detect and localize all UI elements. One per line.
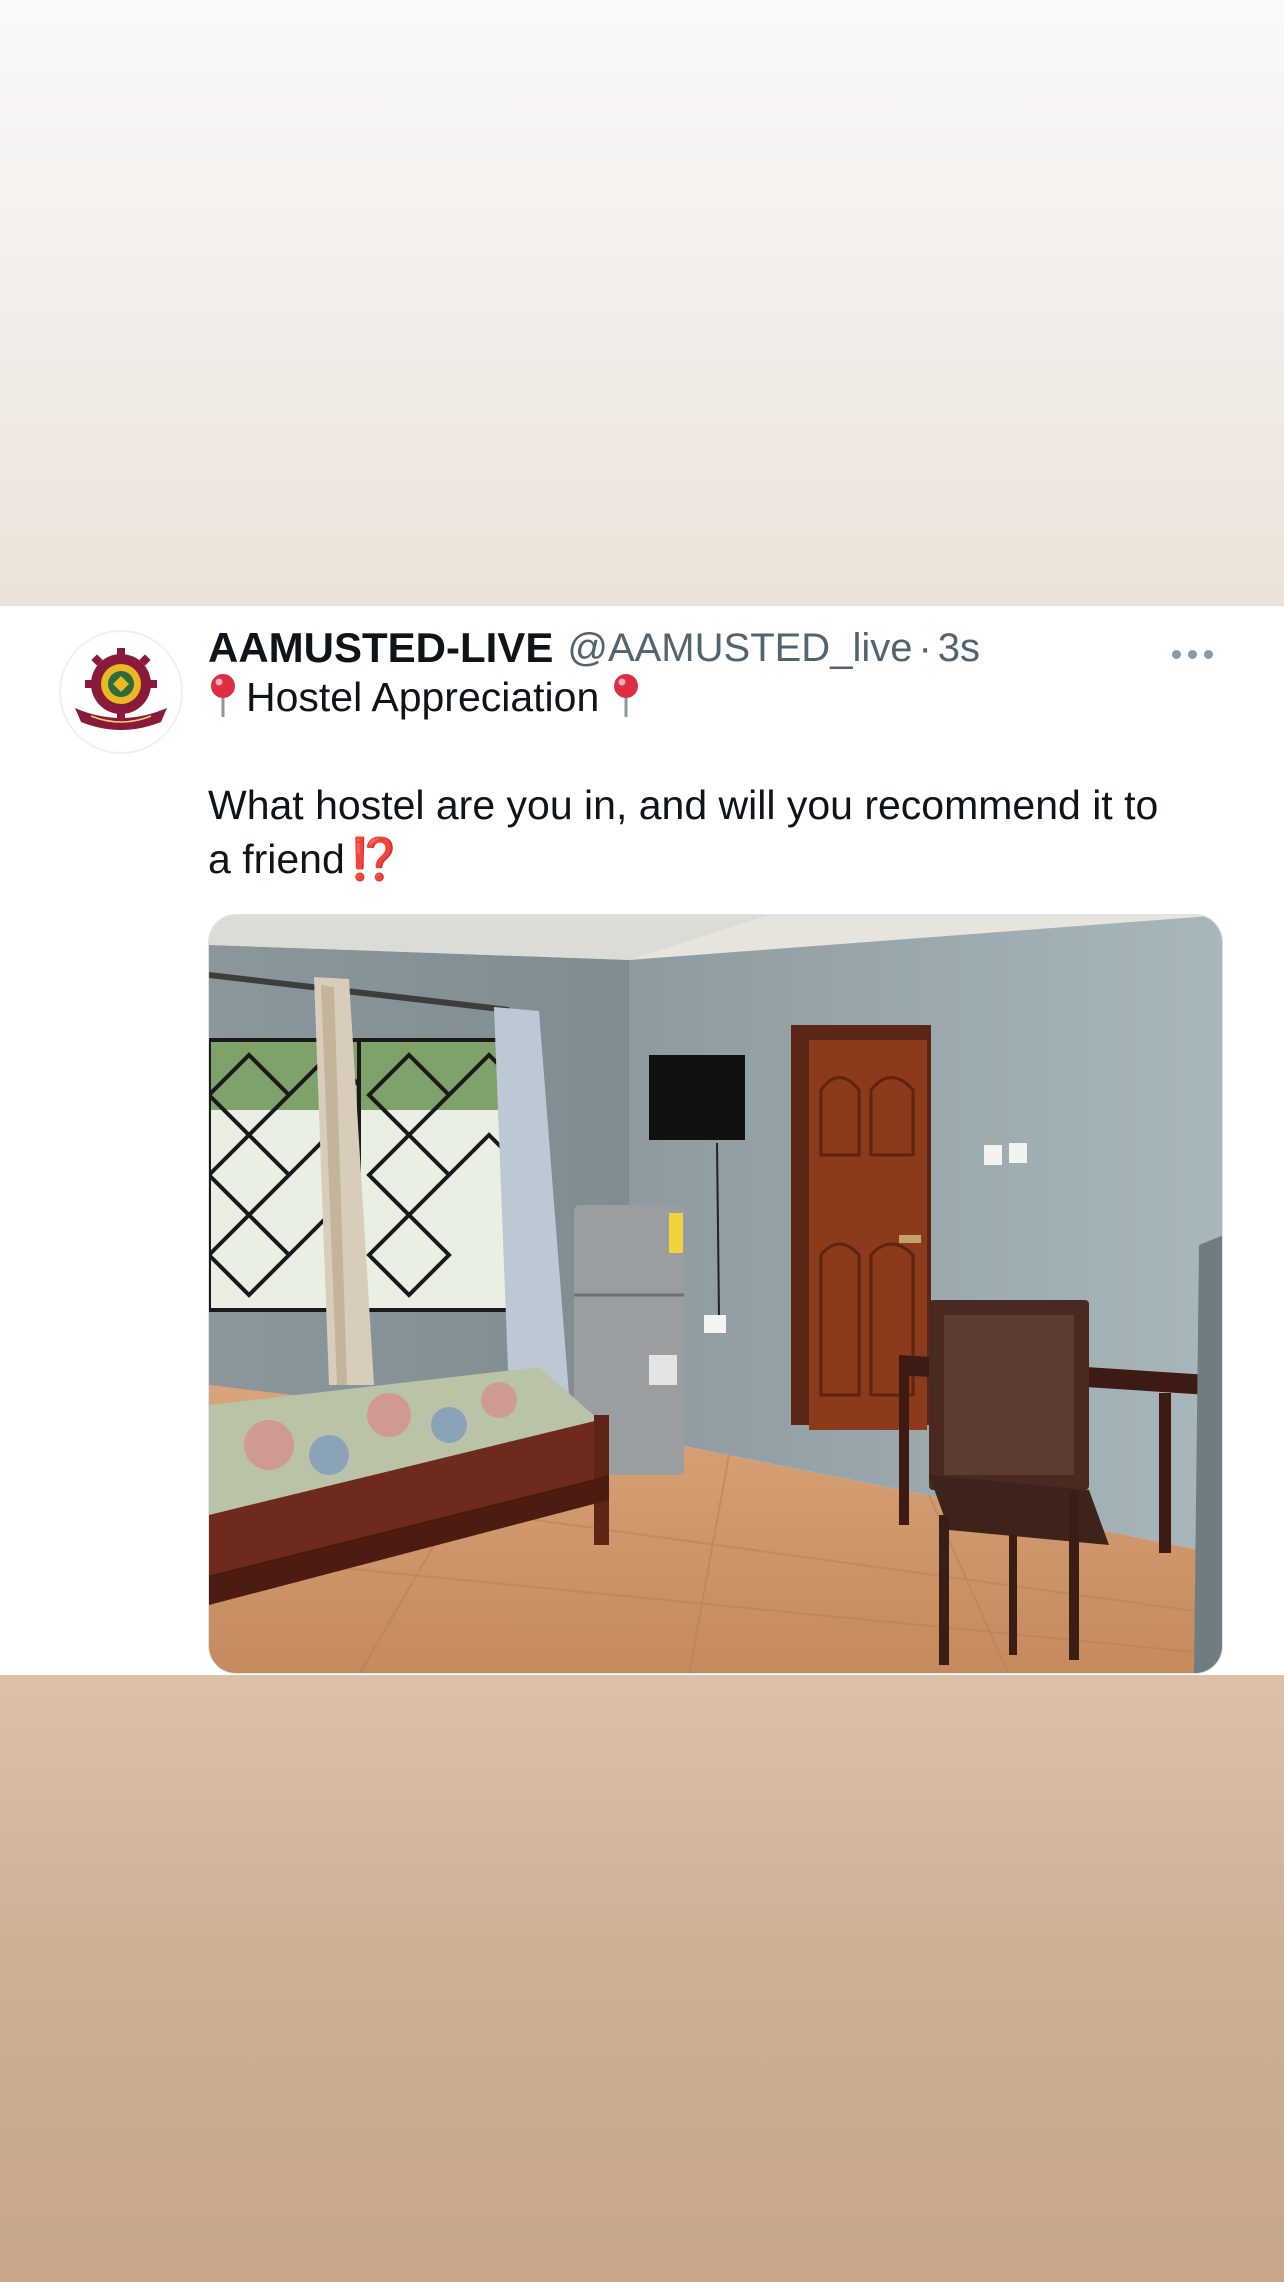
round-pushpin-icon	[614, 674, 639, 717]
user-handle[interactable]: @AAMUSTED_live	[567, 626, 912, 671]
tweet-question-end-text: a friend	[208, 836, 345, 882]
tweet-line-question-end: a friend⁉️	[208, 832, 1228, 886]
tweet-media-photo[interactable]	[208, 914, 1223, 1674]
tweet-line-title: Hostel Appreciation	[208, 670, 1228, 724]
more-horizontal-icon[interactable]	[1172, 642, 1226, 666]
round-pushpin-icon	[211, 674, 235, 717]
separator-dot: ·	[918, 625, 932, 670]
display-name[interactable]: AAMUSTED-LIVE	[208, 624, 553, 672]
tweet-line-question: What hostel are you in, and will you rec…	[208, 782, 1159, 828]
story-background-top	[0, 0, 1284, 606]
tweet-card[interactable]: AAMUSTED-LIVE @AAMUSTED_live · 3s Hostel…	[0, 606, 1284, 1675]
tweet-text: Hostel Appreciation What hostel are you …	[208, 670, 1228, 886]
exclamation-question-icon: ⁉️	[348, 836, 400, 882]
story-background-bottom	[0, 1675, 1284, 2282]
tweet-header: AAMUSTED-LIVE @AAMUSTED_live · 3s	[208, 618, 980, 678]
hostel-room-photo	[209, 915, 1222, 1673]
tweet-timestamp[interactable]: 3s	[938, 626, 980, 671]
university-logo	[75, 648, 167, 730]
avatar[interactable]	[59, 630, 183, 754]
tweet-title-text: Hostel Appreciation	[246, 674, 600, 720]
